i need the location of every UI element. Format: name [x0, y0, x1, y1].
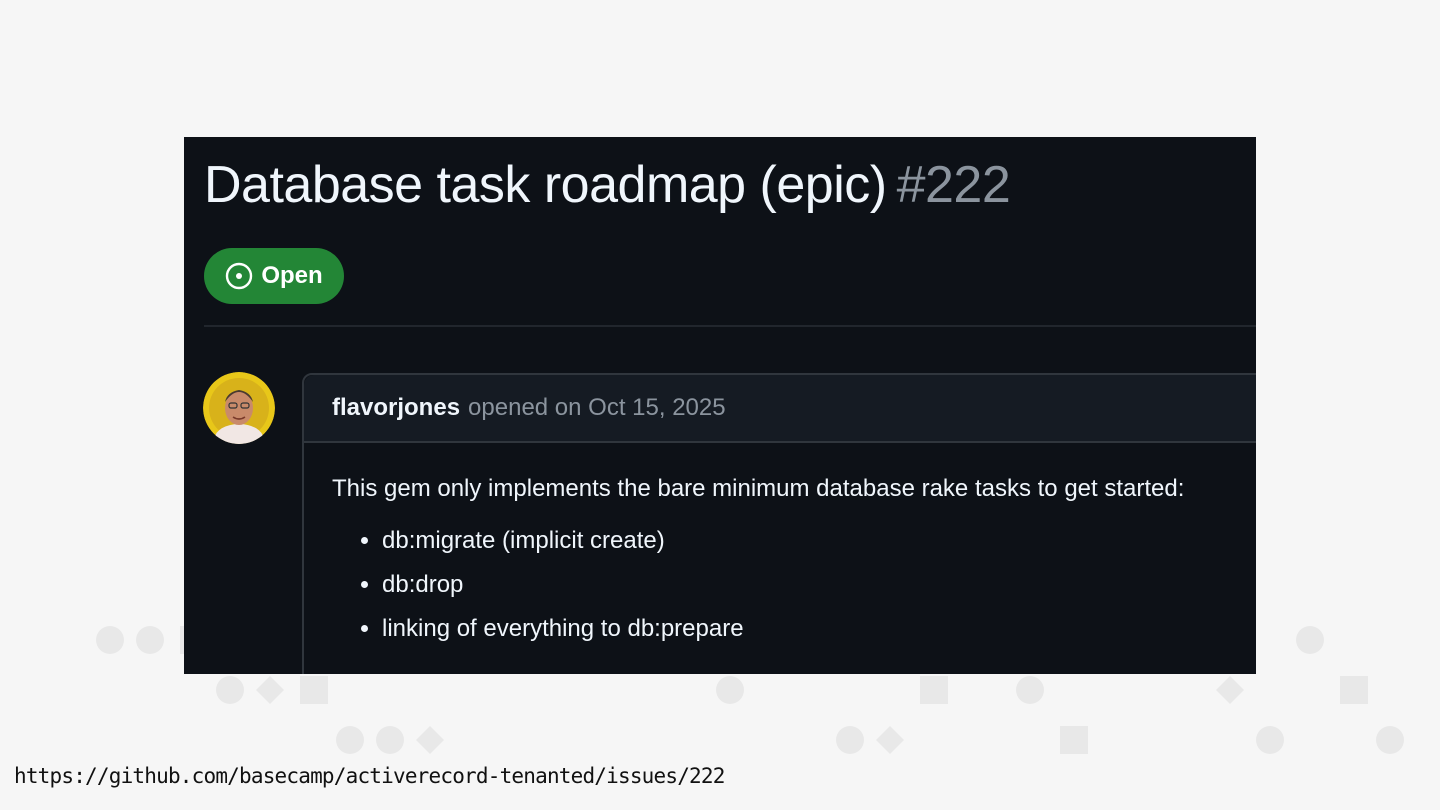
issue-title: Database task roadmap (epic) #222 [204, 155, 1011, 215]
issue-title-text: Database task roadmap (epic) [204, 156, 887, 214]
issue-opened-icon [226, 262, 253, 290]
comment-author-link[interactable]: flavorjones [332, 394, 460, 422]
comment-body: This gem only implements the bare minimu… [304, 443, 1256, 645]
comment-header: flavorjones opened on Oct 15, 2025 [304, 375, 1256, 443]
comment-meta: opened on Oct 15, 2025 [468, 394, 726, 421]
slide: Database task roadmap (epic) #222 Open f… [0, 0, 1440, 810]
task-list: db:migrate (implicit create) db:drop lin… [332, 525, 1256, 645]
issue-screenshot: Database task roadmap (epic) #222 Open f… [184, 137, 1256, 674]
header-divider [204, 325, 1256, 327]
status-badge: Open [204, 248, 344, 304]
status-badge-label: Open [261, 262, 323, 289]
list-item: db:migrate (implicit create) [382, 525, 1256, 557]
list-item: linking of everything to db:prepare [382, 613, 1256, 645]
avatar-image [203, 372, 275, 444]
source-url: https://github.com/basecamp/activerecord… [14, 764, 725, 788]
avatar[interactable] [203, 372, 275, 444]
issue-number: #222 [896, 156, 1011, 214]
comment-intro: This gem only implements the bare minimu… [332, 475, 1185, 502]
list-item: db:drop [382, 569, 1256, 601]
issue-comment: flavorjones opened on Oct 15, 2025 This … [302, 373, 1256, 674]
